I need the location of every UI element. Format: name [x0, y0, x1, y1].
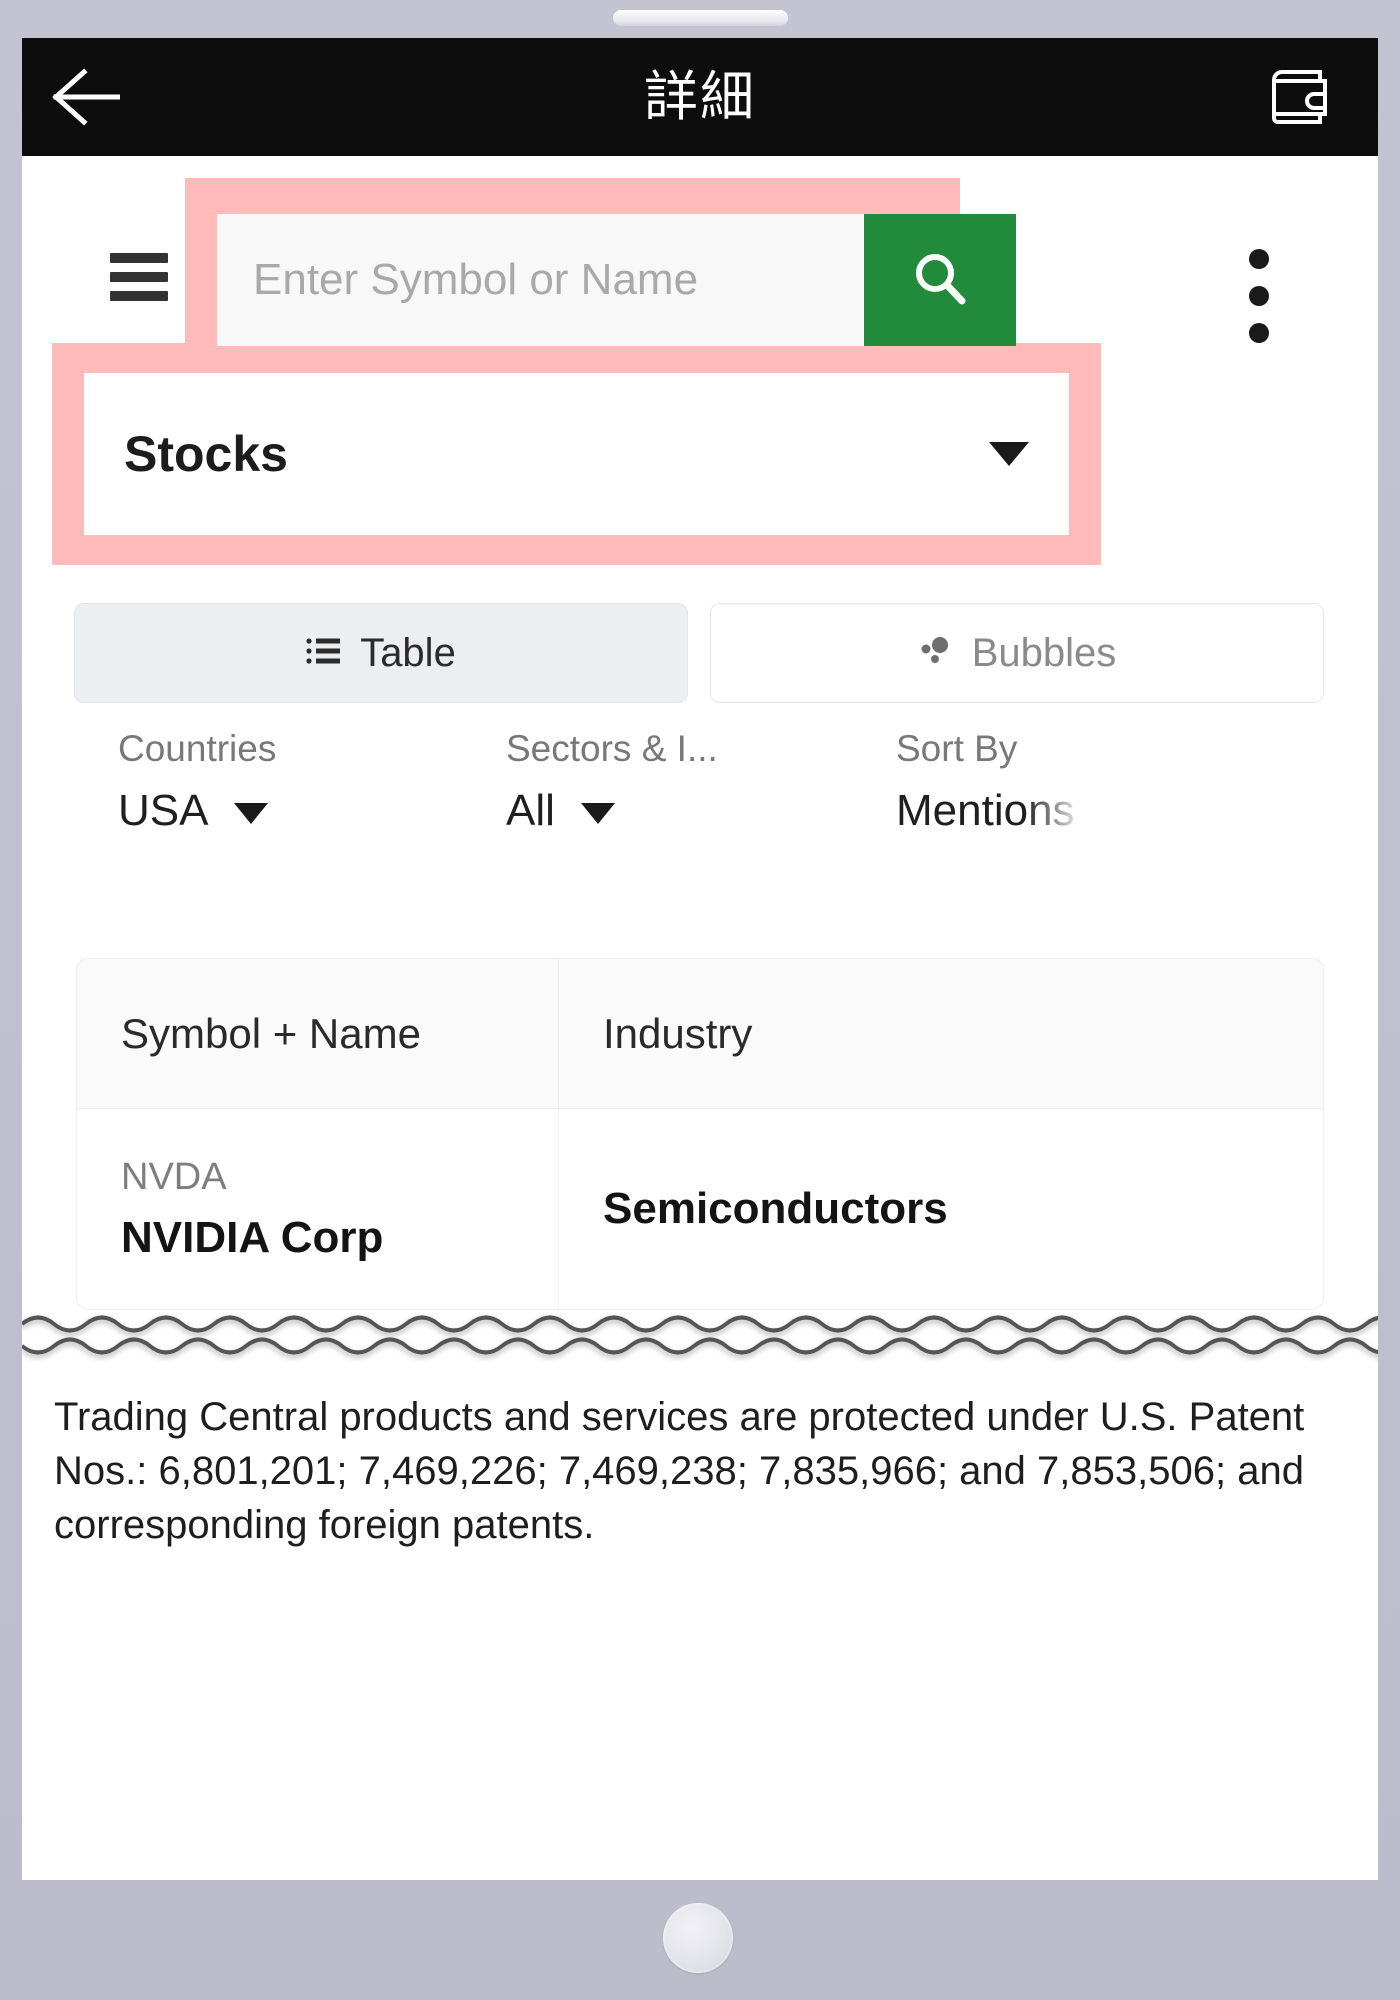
filter-sort-by[interactable]: Sort By Mentions	[896, 728, 1075, 836]
tab-table[interactable]: Table	[74, 603, 688, 703]
filter-sectors-value: All	[506, 786, 555, 835]
row-company-name: NVIDIA Corp	[121, 1212, 384, 1262]
filter-sort-by-label: Sort By	[896, 728, 1018, 769]
search-button[interactable]	[864, 214, 1016, 346]
cell-symbol-name: NVDA NVIDIA Corp	[77, 1109, 559, 1309]
row-industry: Semiconductors	[603, 1184, 948, 1233]
chevron-down-icon	[989, 442, 1029, 466]
kebab-dot-1	[1249, 249, 1269, 269]
kebab-dot-2	[1249, 286, 1269, 306]
filter-countries[interactable]: Countries USA	[118, 728, 276, 836]
filter-countries-label: Countries	[118, 728, 277, 769]
search-field-group	[217, 214, 1016, 346]
filter-countries-value: USA	[118, 786, 209, 835]
footer-disclaimer: Trading Central products and services ar…	[22, 1362, 1378, 1880]
hamburger-bar-2	[110, 272, 168, 282]
device-speaker-grille	[613, 10, 788, 26]
tab-table-label: Table	[360, 630, 456, 675]
device-frame: 詳細 Enter Symbol or Name Stocks Table Bub…	[0, 0, 1400, 2000]
page-title: 詳細	[644, 65, 756, 128]
view-mode-toggle: Table Bubbles	[74, 603, 1324, 703]
app-screen: 詳細 Enter Symbol or Name Stocks Table Bub…	[22, 38, 1378, 1880]
app-header-bar: 詳細	[22, 38, 1378, 156]
asset-class-dropdown[interactable]: Stocks	[84, 373, 1069, 535]
column-header-symbol-name[interactable]: Symbol + Name	[77, 959, 559, 1108]
table-header-row: Symbol + Name Industry	[77, 959, 1323, 1109]
row-ticker: NVDA	[121, 1155, 227, 1198]
content-break-divider	[22, 1310, 1378, 1362]
wallet-icon[interactable]	[1268, 68, 1330, 126]
disclaimer-text: Trading Central products and services ar…	[54, 1395, 1305, 1547]
table-row[interactable]: NVDA NVIDIA Corp Semiconductors	[77, 1109, 1323, 1309]
search-input[interactable]	[217, 214, 864, 346]
filter-sectors[interactable]: Sectors & I... All	[506, 728, 718, 836]
results-table: Symbol + Name Industry NVDA NVIDIA Corp …	[76, 958, 1324, 1310]
chevron-down-icon	[580, 803, 615, 824]
list-icon	[306, 631, 341, 676]
hamburger-bar-1	[110, 253, 168, 263]
hamburger-bar-3	[110, 291, 168, 301]
column-header-industry[interactable]: Industry	[559, 959, 1323, 1108]
kebab-menu-icon[interactable]	[1244, 249, 1274, 343]
search-icon	[910, 249, 970, 312]
chevron-down-icon	[234, 803, 269, 824]
hamburger-menu-icon[interactable]	[110, 253, 168, 301]
bubbles-icon	[918, 631, 952, 676]
filter-sectors-label: Sectors & I...	[506, 728, 718, 769]
device-home-button[interactable]	[663, 1903, 733, 1973]
asset-class-dropdown-value: Stocks	[124, 426, 288, 482]
tab-bubbles-label: Bubbles	[971, 630, 1117, 675]
search-toolbar	[22, 156, 1378, 346]
cell-industry: Semiconductors	[559, 1109, 1323, 1309]
filter-bar: Countries USA Sectors & I... All Sort By…	[22, 728, 1378, 868]
filter-sort-by-value: Mentions	[896, 786, 1075, 835]
tab-bubbles[interactable]: Bubbles	[710, 603, 1324, 703]
kebab-dot-3	[1249, 323, 1269, 343]
